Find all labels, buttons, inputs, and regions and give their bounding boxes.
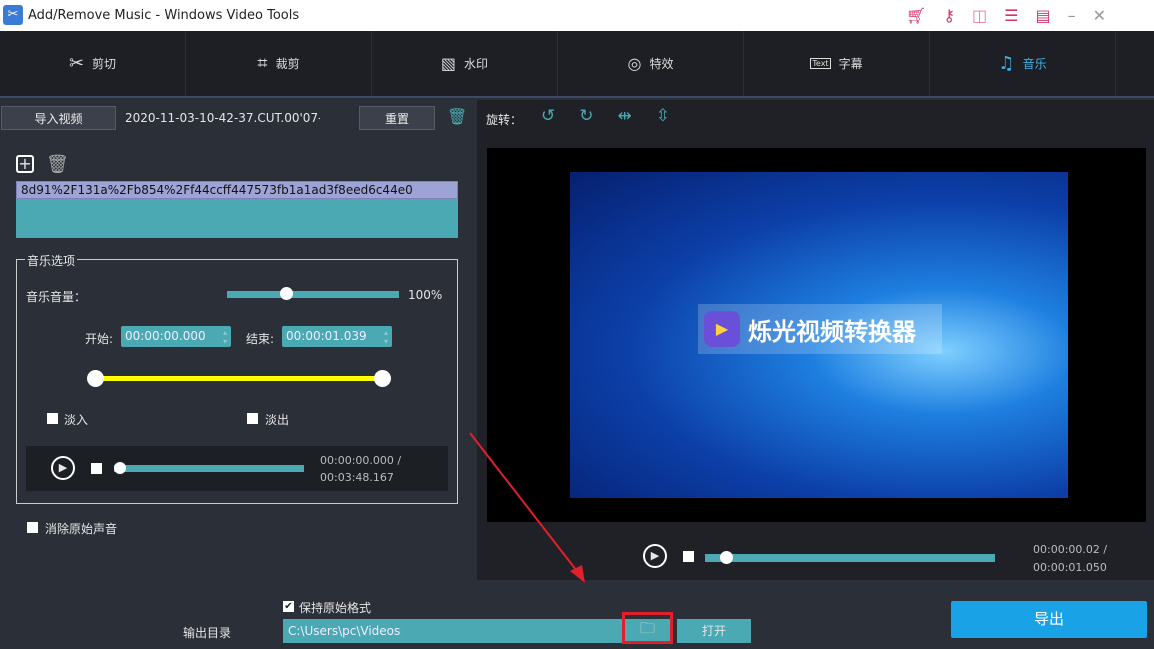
- folder-browse-icon[interactable]: 🗀: [622, 612, 673, 644]
- range-start-handle[interactable]: [87, 370, 104, 387]
- crop-icon: ⌗: [257, 53, 268, 74]
- remove-original-label: 消除原始声音: [45, 522, 118, 536]
- layout-icon[interactable]: ◫: [972, 6, 987, 25]
- video-total-time: 00:00:01.050: [1033, 561, 1107, 574]
- music-icon: ♫: [998, 53, 1015, 74]
- video-play-button[interactable]: ▶: [643, 544, 667, 568]
- tab-subtitle[interactable]: Text 字幕: [744, 31, 930, 96]
- menu-icon[interactable]: ▤: [1036, 6, 1051, 25]
- volume-slider-handle[interactable]: [280, 287, 293, 300]
- range-slider[interactable]: [87, 370, 391, 387]
- app-logo-icon: ✂: [3, 5, 23, 25]
- start-time-input[interactable]: 00:00:00.000 ▴ ▾: [121, 326, 231, 347]
- close-button[interactable]: ✕: [1093, 6, 1106, 25]
- tab-cut[interactable]: ✂ 剪切: [0, 31, 186, 96]
- stop-button[interactable]: [91, 463, 102, 474]
- start-label: 开始:: [85, 332, 114, 346]
- keep-format-label: 保持原始格式: [299, 601, 372, 615]
- trash-icon[interactable]: 🗑︎: [447, 107, 467, 126]
- minimize-button[interactable]: –: [1068, 6, 1076, 25]
- volume-value: 100%: [408, 288, 443, 302]
- watermark-logo: ▶ 烁光视频转换器: [698, 304, 942, 354]
- video-current-time: 00:00:00.02 /: [1033, 543, 1108, 556]
- video-stop-button[interactable]: [683, 551, 694, 562]
- cart-icon[interactable]: 🛒︎: [906, 6, 926, 25]
- audio-player: ▶ 00:00:00.000 / 00:03:48.167: [26, 446, 448, 491]
- tab-effects[interactable]: ◎ 特效: [558, 31, 744, 96]
- list-item[interactable]: 8d91%2F131a%2Fb854%2Ff44ccff447573fb1a1a…: [16, 181, 458, 199]
- open-folder-button[interactable]: 打开: [677, 619, 751, 643]
- output-path-input[interactable]: C:\Users\pc\Videos: [283, 619, 670, 643]
- effects-icon: ◎: [627, 54, 642, 73]
- audio-total-time: 00:03:48.167: [320, 471, 394, 484]
- rotate-left-icon[interactable]: ↺: [541, 106, 555, 126]
- music-options-group: 音乐选项 音乐音量： 100% 开始: 00:00:00.000 ▴ ▾ 结束: 0…: [16, 252, 458, 504]
- fade-in-checkbox[interactable]: [47, 413, 58, 424]
- fade-in-label: 淡入: [64, 413, 89, 427]
- play-button[interactable]: ▶: [51, 456, 75, 480]
- audio-current-time: 00:00:00.000 /: [320, 454, 402, 467]
- end-time-input[interactable]: 00:00:01.039 ▴ ▾: [282, 326, 392, 347]
- audio-progress-handle[interactable]: [114, 462, 126, 474]
- delete-music-icon[interactable]: 🗑︎: [46, 154, 69, 175]
- remove-original-checkbox[interactable]: [27, 522, 38, 533]
- volume-slider[interactable]: [227, 287, 399, 300]
- fade-out-label: 淡出: [265, 413, 290, 427]
- end-label: 结束:: [246, 332, 275, 346]
- options-title: 音乐选项: [25, 252, 78, 269]
- volume-label: 音乐音量：: [26, 290, 87, 304]
- logo-play-icon: ▶: [704, 311, 740, 347]
- audio-progress-bar[interactable]: [114, 462, 304, 474]
- export-button[interactable]: 导出: [951, 601, 1147, 638]
- fade-out-checkbox[interactable]: [247, 413, 258, 424]
- video-frame: ▶ 烁光视频转换器: [570, 172, 1068, 498]
- logo-text: 烁光视频转换器: [748, 317, 916, 346]
- text-icon: Text: [810, 58, 831, 69]
- tab-crop[interactable]: ⌗ 裁剪: [186, 31, 372, 96]
- music-list: 8d91%2F131a%2Fb854%2Ff44ccff447573fb1a1a…: [16, 181, 458, 238]
- keep-format-checkbox[interactable]: ✔: [283, 601, 294, 612]
- watermark-icon: ▧: [440, 54, 457, 73]
- flip-horizontal-icon[interactable]: ⇹: [618, 106, 632, 126]
- flip-vertical-icon[interactable]: ⇳: [656, 106, 670, 126]
- output-dir-label: 输出目录: [183, 626, 232, 640]
- range-end-handle[interactable]: [374, 370, 391, 387]
- tab-music[interactable]: ♫ 音乐: [930, 31, 1116, 96]
- video-progress-handle[interactable]: [720, 551, 733, 564]
- annotation-arrow: [469, 432, 585, 583]
- feature-tabs: ✂ 剪切 ⌗ 裁剪 ▧ 水印 ◎ 特效 Text 字幕 ♫ 音乐: [0, 31, 1154, 98]
- file-name: 2020-11-03-10-42-37.CUT.00'07-(: [125, 111, 320, 125]
- add-music-icon[interactable]: +: [16, 155, 34, 173]
- video-progress-bar[interactable]: [705, 551, 995, 564]
- rotate-right-icon[interactable]: ↻: [579, 106, 593, 126]
- title-bar: ✂ Add/Remove Music - Windows Video Tools…: [0, 0, 1154, 31]
- tab-watermark[interactable]: ▧ 水印: [372, 31, 558, 96]
- import-video-button[interactable]: 导入视频: [1, 106, 116, 130]
- scissors-icon: ✂: [68, 53, 85, 74]
- reset-button[interactable]: 重置: [359, 106, 435, 130]
- rotate-label: 旋转：: [486, 113, 523, 127]
- key-icon[interactable]: ⚷: [943, 6, 955, 25]
- left-panel: 导入视频 2020-11-03-10-42-37.CUT.00'07-( 重置 …: [0, 100, 477, 580]
- settings-list-icon[interactable]: ☰: [1004, 6, 1018, 25]
- window-title: Add/Remove Music - Windows Video Tools: [28, 8, 300, 23]
